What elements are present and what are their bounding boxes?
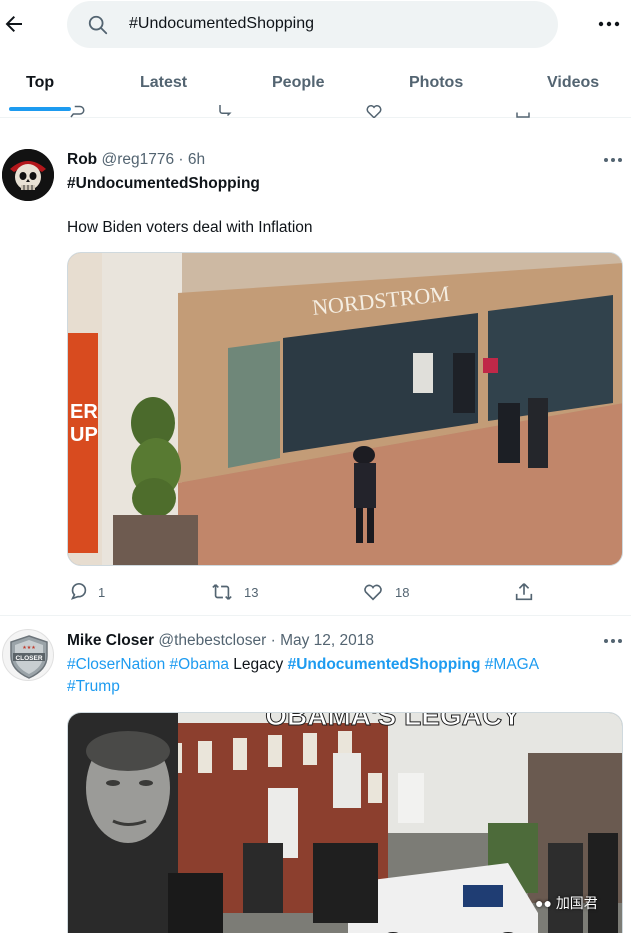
user-handle[interactable]: @reg1776 — [101, 151, 174, 168]
more-options-icon[interactable] — [596, 14, 622, 34]
display-name[interactable]: Mike Closer — [67, 632, 154, 649]
search-input[interactable]: #UndocumentedShopping — [67, 1, 558, 48]
hashtag-maga[interactable]: #MAGA — [485, 656, 539, 673]
store-sign-left-2: UP — [70, 424, 98, 446]
reply-icon[interactable] — [68, 102, 86, 118]
tab-top[interactable]: Top — [26, 74, 54, 92]
reply-button[interactable]: 1 — [68, 581, 128, 605]
share-icon — [515, 583, 533, 601]
store-photo: NORDSTROM ER UP — [68, 253, 622, 565]
skull-avatar-icon — [2, 149, 54, 201]
tab-photos[interactable]: Photos — [409, 74, 463, 92]
watermark-text: 加国君 — [555, 895, 598, 911]
tweet-mike-closer[interactable]: CLOSER ★★★ Mike Closer @thebestcloser · … — [0, 617, 631, 933]
avatar[interactable] — [2, 149, 54, 201]
heart-icon — [364, 584, 382, 601]
hashtag-obama[interactable]: #Obama — [170, 656, 229, 673]
avatar-text-top: ★★★ — [22, 645, 36, 651]
tab-latest[interactable]: Latest — [140, 74, 187, 92]
photo-caption: OBAMA'S LEGACY — [265, 713, 521, 731]
tweet-more-icon[interactable] — [603, 637, 623, 645]
like-icon[interactable] — [365, 102, 383, 118]
separator: · — [270, 632, 276, 649]
separator: · — [178, 151, 184, 168]
text-legacy: Legacy — [233, 656, 284, 673]
tweet-photo[interactable]: NORDSTROM ER UP — [67, 252, 623, 566]
search-icon — [88, 15, 108, 35]
tweet-text: #CloserNation #Obama Legacy #Undocumente… — [67, 654, 607, 698]
tweet-header: Rob @reg1776 · 6h — [67, 151, 205, 169]
like-count: 18 — [395, 585, 410, 600]
share-button[interactable] — [513, 581, 537, 605]
previous-tweet-actions — [0, 100, 631, 118]
timestamp[interactable]: 6h — [188, 151, 205, 168]
like-button[interactable]: 18 — [362, 581, 432, 605]
hashtag-undocumentedshopping[interactable]: #UndocumentedShopping — [288, 656, 481, 673]
display-name[interactable]: Rob — [67, 151, 97, 168]
reply-count: 1 — [98, 585, 106, 600]
avatar[interactable]: CLOSER ★★★ — [2, 629, 54, 681]
retweet-icon[interactable] — [216, 102, 236, 118]
hashtag-closernation[interactable]: #CloserNation — [67, 656, 165, 673]
shield-avatar-icon: CLOSER ★★★ — [10, 635, 48, 679]
reply-icon — [70, 583, 87, 600]
watermark: ●● 加国君 — [535, 893, 598, 913]
tweet-text: How Biden voters deal with Inflation — [67, 219, 313, 236]
retweet-button[interactable]: 13 — [210, 581, 280, 605]
avatar-text: CLOSER — [15, 655, 42, 662]
tweet-rob[interactable]: Rob @reg1776 · 6h #UndocumentedShopping … — [0, 136, 631, 616]
retweet-icon — [212, 584, 232, 600]
back-arrow-icon[interactable] — [2, 12, 26, 36]
share-icon[interactable] — [514, 102, 532, 118]
tab-people[interactable]: People — [272, 74, 324, 92]
user-handle[interactable]: @thebestcloser — [158, 632, 266, 649]
tweet-more-icon[interactable] — [603, 156, 623, 164]
hashtag-trump[interactable]: #Trump — [67, 678, 120, 695]
wechat-icon: ●● — [535, 895, 552, 911]
tweet-header: Mike Closer @thebestcloser · May 12, 201… — [67, 632, 374, 650]
store-sign-left-1: ER — [70, 401, 98, 423]
timestamp[interactable]: May 12, 2018 — [280, 632, 374, 649]
retweet-count: 13 — [244, 585, 259, 600]
search-query[interactable]: #UndocumentedShopping — [129, 15, 314, 33]
tab-videos[interactable]: Videos — [547, 74, 599, 92]
hashtag-link[interactable]: #UndocumentedShopping — [67, 173, 260, 195]
